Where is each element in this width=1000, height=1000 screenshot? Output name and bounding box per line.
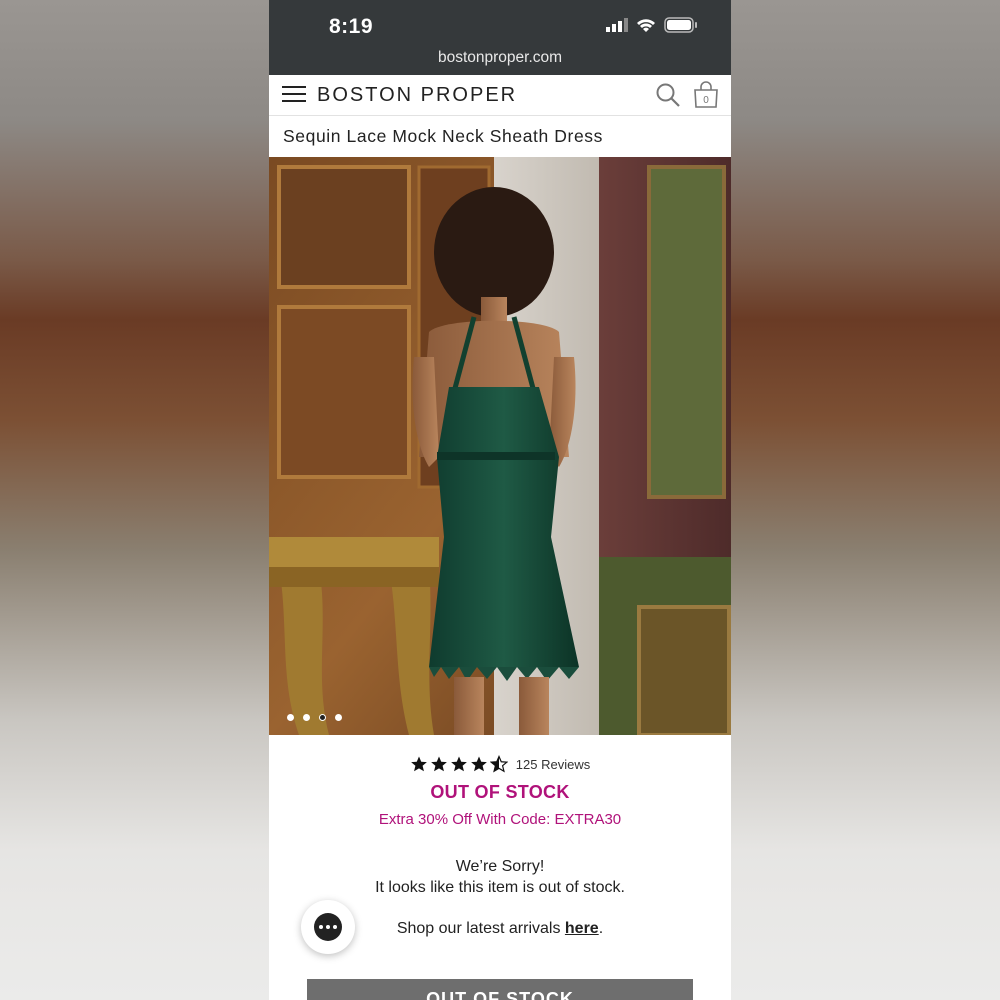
battery-icon xyxy=(664,17,697,33)
chat-icon xyxy=(314,913,342,941)
brand-logo[interactable]: BOSTON PROPER xyxy=(317,84,517,107)
sorry-body: It looks like this item is out of stock. xyxy=(375,879,625,896)
star-icon xyxy=(430,756,447,772)
out-of-stock-message: We’re Sorry! It looks like this item is … xyxy=(269,856,731,898)
carousel-dot[interactable] xyxy=(287,714,294,721)
star-icon xyxy=(450,756,467,772)
status-icons xyxy=(606,17,698,33)
chat-button[interactable] xyxy=(301,900,355,954)
product-title: Sequin Lace Mock Neck Sheath Dress xyxy=(269,116,731,157)
blurred-background-right xyxy=(731,0,1000,1000)
address-bar-url[interactable]: bostonproper.com xyxy=(269,49,731,67)
site-header: BOSTON PROPER 0 xyxy=(269,75,731,116)
wifi-icon xyxy=(637,18,655,32)
signal-icon xyxy=(606,18,628,32)
menu-icon[interactable] xyxy=(282,86,306,104)
out-of-stock-button[interactable]: OUT OF STOCK xyxy=(307,979,693,1000)
rating-row[interactable]: 125 Reviews xyxy=(269,753,731,775)
shop-suffix: . xyxy=(598,920,604,937)
star-half-icon xyxy=(489,755,508,773)
status-bar: 8:19 bostonproper.com xyxy=(269,0,731,75)
star-icon xyxy=(470,756,487,772)
search-icon[interactable] xyxy=(655,82,681,108)
bag-icon: 0 xyxy=(694,81,718,108)
promo-text: Extra 30% Off With Code: EXTRA30 xyxy=(378,811,622,828)
carousel-dot[interactable] xyxy=(303,714,310,721)
blurred-background-left xyxy=(0,0,269,1000)
product-photo xyxy=(269,157,731,735)
carousel-dot-active[interactable] xyxy=(319,714,326,721)
reviews-count[interactable]: 125 Reviews xyxy=(516,757,590,772)
status-time: 8:19 xyxy=(329,15,374,38)
shop-here-link[interactable]: here xyxy=(565,920,599,937)
stock-status: OUT OF STOCK xyxy=(430,782,570,802)
sorry-heading: We’re Sorry! xyxy=(455,858,545,875)
phone-screen: 8:19 bostonproper.com BOSTON PROPER 0 Se… xyxy=(269,0,731,1000)
cart-count: 0 xyxy=(703,95,709,106)
star-icon xyxy=(410,756,427,772)
product-image-carousel[interactable] xyxy=(269,157,731,735)
carousel-dots xyxy=(287,714,342,721)
carousel-dot[interactable] xyxy=(335,714,342,721)
cart-button[interactable]: 0 xyxy=(693,81,719,114)
shop-prefix: Shop our latest arrivals xyxy=(396,920,565,937)
